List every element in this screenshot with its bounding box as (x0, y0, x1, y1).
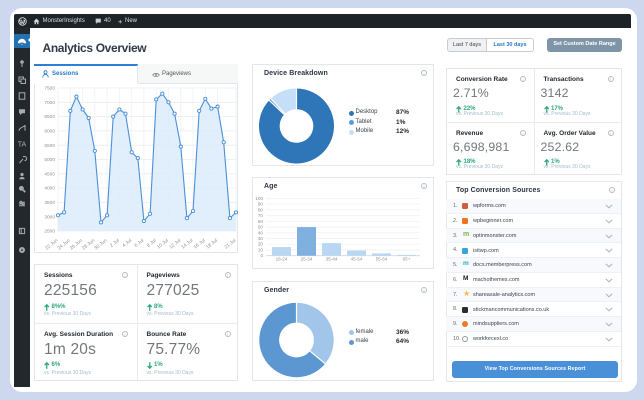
svg-text:60: 60 (258, 219, 264, 224)
svg-text:25-34: 25-34 (301, 257, 313, 262)
svg-text:35-44: 35-44 (326, 257, 338, 262)
svg-text:80: 80 (258, 207, 264, 212)
svg-text:18-24: 18-24 (276, 257, 288, 262)
svg-text:55-64: 55-64 (376, 257, 388, 262)
svg-text:30: 30 (258, 236, 264, 241)
svg-text:20: 20 (258, 242, 264, 247)
svg-text:40: 40 (258, 230, 264, 235)
svg-text:70: 70 (258, 213, 264, 218)
svg-text:50: 50 (258, 225, 264, 230)
svg-text:100: 100 (255, 196, 263, 201)
svg-text:0: 0 (260, 253, 263, 258)
svg-text:10: 10 (258, 248, 264, 253)
svg-text:45-54: 45-54 (351, 257, 363, 262)
svg-text:65+: 65+ (403, 257, 411, 262)
svg-text:90: 90 (258, 202, 264, 207)
